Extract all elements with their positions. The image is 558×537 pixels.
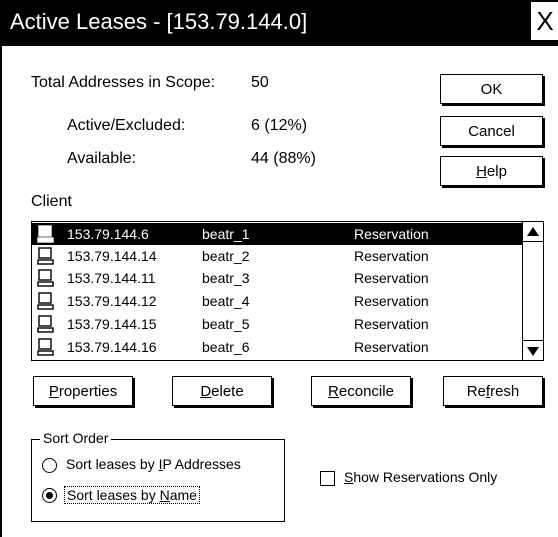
lease-name: beatr_2 [202, 248, 250, 264]
active-excluded-value: 6 (12%) [251, 117, 308, 134]
lease-name: beatr_4 [202, 293, 250, 309]
window-title: Active Leases - [153.79.144.0] [10, 9, 308, 34]
help-button[interactable]: Help [440, 156, 543, 186]
lease-type: Reservation [354, 316, 429, 332]
sort-by-name-mnemonic: N [159, 487, 170, 503]
checkbox-box [320, 471, 335, 486]
sort-by-ip-radio[interactable]: Sort leases by IP Addresses [42, 456, 262, 476]
delete-mnemonic: D [200, 382, 212, 400]
scroll-down-button[interactable] [523, 340, 543, 361]
show-reservations-checkbox[interactable]: Show Reservations Only [320, 469, 530, 489]
lease-ip: 153.79.144.12 [67, 293, 157, 309]
client-label: Client [31, 193, 72, 210]
close-icon: X [536, 5, 554, 36]
total-addresses-value: 50 [251, 74, 269, 91]
show-reservations-label: Show Reservations Only [344, 469, 498, 485]
lease-name: beatr_6 [202, 339, 250, 355]
sort-by-ip-label: Sort leases by IP Addresses [66, 456, 241, 472]
lease-name: beatr_5 [202, 316, 250, 332]
refresh-button[interactable]: Re f resh [443, 376, 543, 406]
lease-name: beatr_1 [202, 226, 250, 242]
lease-ip: 153.79.144.14 [67, 248, 157, 264]
scroll-up-button[interactable] [523, 221, 543, 242]
lease-ip: 153.79.144.16 [67, 339, 157, 355]
sort-order-legend: Sort Order [40, 430, 112, 446]
lease-row[interactable]: 153.79.144.11 beatr_3 Reservation [32, 267, 523, 289]
ok-button[interactable]: OK [440, 74, 543, 104]
properties-button[interactable]: Properties [33, 376, 133, 406]
computer-icon [37, 247, 54, 265]
lease-type: Reservation [354, 226, 429, 242]
computer-icon [37, 315, 54, 333]
computer-icon [37, 269, 54, 287]
help-mnemonic: H [476, 162, 487, 180]
computer-icon [37, 338, 54, 356]
total-addresses-label: Total Addresses in Scope: [31, 74, 216, 91]
sort-by-name-radio[interactable]: Sort leases by Name [42, 485, 262, 507]
lease-row[interactable]: 153.79.144.6 beatr_1 Reservation [32, 223, 523, 245]
triangle-down-icon [527, 346, 539, 356]
window-border [0, 44, 2, 537]
lease-type: Reservation [354, 293, 429, 309]
list-scrollbar[interactable] [522, 221, 544, 361]
lease-row[interactable]: 153.79.144.15 beatr_5 Reservation [32, 313, 523, 335]
lease-row[interactable]: 153.79.144.12 beatr_4 Reservation [32, 290, 523, 312]
reconcile-button[interactable]: Reconcile [311, 376, 411, 406]
available-value: 44 (88%) [251, 150, 316, 167]
sort-by-name-label: Sort leases by Name [64, 486, 200, 504]
lease-row[interactable]: 153.79.144.14 beatr_2 Reservation [32, 245, 523, 267]
available-label: Available: [67, 150, 137, 167]
close-button[interactable]: X [529, 2, 558, 40]
delete-button[interactable]: Delete [172, 376, 272, 406]
show-reservations-mnemonic: S [344, 469, 354, 485]
lease-row[interactable]: 153.79.144.16 beatr_6 Reservation [32, 336, 523, 358]
cancel-button[interactable]: Cancel [440, 116, 543, 146]
triangle-up-icon [527, 226, 539, 236]
lease-ip: 153.79.144.6 [67, 226, 149, 242]
lease-ip: 153.79.144.15 [67, 316, 157, 332]
radio-circle [42, 458, 57, 473]
active-excluded-label: Active/Excluded: [67, 117, 186, 134]
lease-type: Reservation [354, 248, 429, 264]
computer-icon [37, 225, 54, 243]
computer-icon [37, 292, 54, 310]
reconcile-mnemonic: R [328, 382, 339, 400]
properties-mnemonic: P [48, 382, 59, 400]
lease-ip: 153.79.144.11 [67, 270, 156, 286]
radio-circle-selected [42, 488, 57, 503]
lease-name: beatr_3 [202, 270, 250, 286]
sort-order-group [31, 439, 285, 522]
lease-list[interactable]: 153.79.144.6 beatr_1 Reservation 153.79.… [31, 221, 544, 361]
lease-type: Reservation [354, 339, 429, 355]
lease-type: Reservation [354, 270, 429, 286]
